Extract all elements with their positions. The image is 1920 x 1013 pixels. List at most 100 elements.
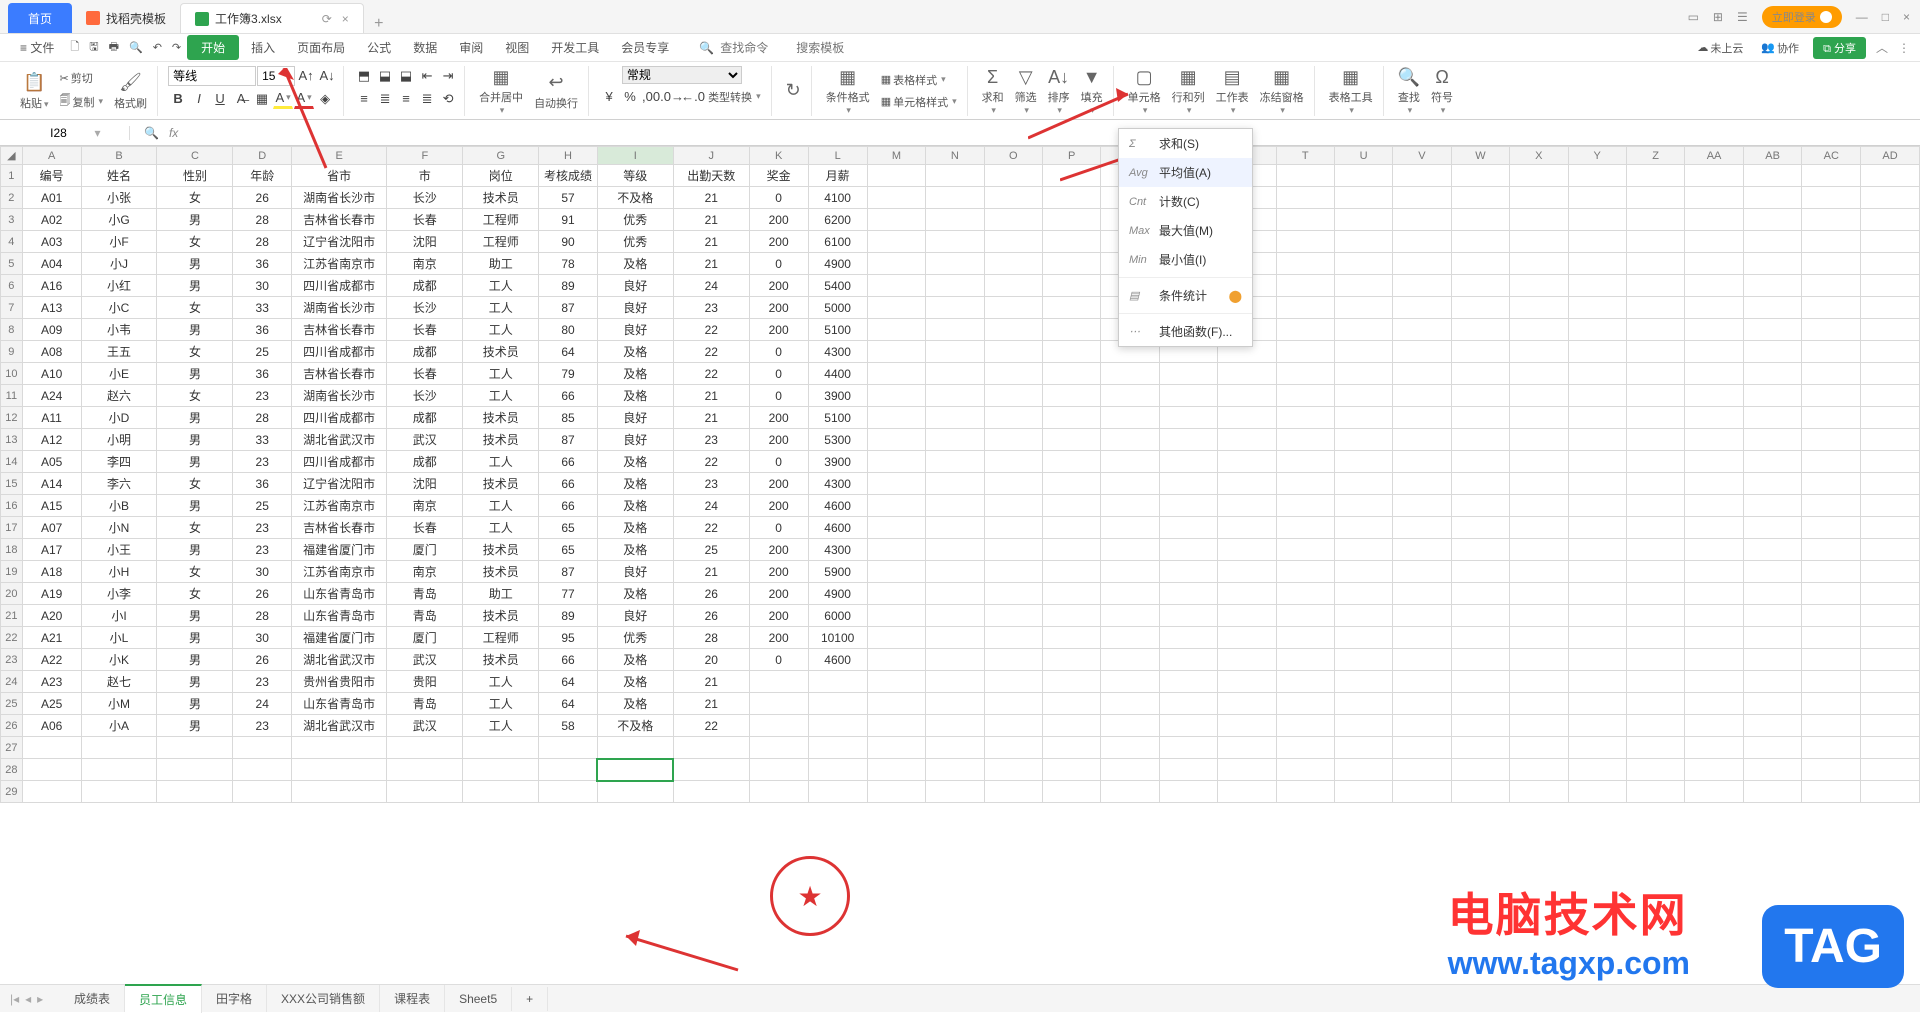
cell[interactable]: 成都 xyxy=(387,341,463,363)
header-cell[interactable]: 性别 xyxy=(157,165,233,187)
cell[interactable] xyxy=(1802,363,1861,385)
cell[interactable] xyxy=(1334,363,1392,385)
row-header-21[interactable]: 21 xyxy=(1,605,23,627)
cell[interactable]: 良好 xyxy=(597,561,673,583)
cell[interactable]: 工人 xyxy=(463,495,539,517)
dd-count[interactable]: Cnt计数(C) xyxy=(1119,187,1252,216)
col-header-F[interactable]: F xyxy=(387,147,463,165)
cell[interactable] xyxy=(1393,671,1451,693)
cell[interactable] xyxy=(1861,605,1920,627)
cell[interactable] xyxy=(1685,165,1744,187)
cell[interactable] xyxy=(1685,539,1744,561)
row-header-23[interactable]: 23 xyxy=(1,649,23,671)
cell[interactable]: 64 xyxy=(539,341,598,363)
cell[interactable] xyxy=(1568,495,1626,517)
cell[interactable]: 10100 xyxy=(808,627,867,649)
strike-button[interactable]: A̶ xyxy=(231,89,251,109)
cell[interactable]: 24 xyxy=(673,275,749,297)
chevron-up-icon[interactable]: ︿ xyxy=(1876,39,1888,56)
cell[interactable] xyxy=(984,231,1042,253)
cell[interactable] xyxy=(984,539,1042,561)
cell[interactable]: 武汉 xyxy=(387,649,463,671)
cell[interactable]: 22 xyxy=(673,517,749,539)
col-header-W[interactable]: W xyxy=(1451,147,1509,165)
cell[interactable] xyxy=(157,781,233,803)
cell[interactable] xyxy=(1626,231,1684,253)
format-painter[interactable]: 🖌格式刷 xyxy=(110,69,151,113)
cell[interactable]: 南京 xyxy=(387,253,463,275)
cell[interactable] xyxy=(1626,759,1684,781)
cell[interactable] xyxy=(984,605,1042,627)
cell[interactable] xyxy=(1042,429,1100,451)
cell[interactable] xyxy=(1510,165,1568,187)
cell[interactable] xyxy=(1042,781,1100,803)
cell[interactable]: 小I xyxy=(81,605,157,627)
cell[interactable] xyxy=(1101,407,1159,429)
cell[interactable]: 36 xyxy=(233,473,292,495)
cell[interactable] xyxy=(1101,583,1159,605)
cell[interactable] xyxy=(1101,363,1159,385)
cell[interactable] xyxy=(1334,539,1392,561)
cell[interactable] xyxy=(1626,583,1684,605)
cell[interactable] xyxy=(808,693,867,715)
cell[interactable] xyxy=(1861,715,1920,737)
cell[interactable] xyxy=(1802,561,1861,583)
cell[interactable]: 23 xyxy=(233,517,292,539)
cell[interactable]: A06 xyxy=(22,715,81,737)
cell[interactable] xyxy=(1802,253,1861,275)
cell[interactable] xyxy=(1218,407,1276,429)
cell[interactable] xyxy=(1802,759,1861,781)
cell[interactable] xyxy=(597,737,673,759)
cell[interactable]: 女 xyxy=(157,517,233,539)
header-cell[interactable]: 考核成绩 xyxy=(539,165,598,187)
align-left-icon[interactable]: ≡ xyxy=(354,89,374,109)
cell[interactable] xyxy=(1685,209,1744,231)
cell[interactable]: 21 xyxy=(673,209,749,231)
cell[interactable] xyxy=(1334,385,1392,407)
cell[interactable] xyxy=(1626,275,1684,297)
cell[interactable] xyxy=(1861,649,1920,671)
cell[interactable]: 66 xyxy=(539,451,598,473)
cell[interactable] xyxy=(1510,781,1568,803)
cell[interactable] xyxy=(1510,759,1568,781)
cell[interactable]: A23 xyxy=(22,671,81,693)
cell[interactable] xyxy=(1510,451,1568,473)
menu-review[interactable]: 审阅 xyxy=(449,35,493,60)
col-header-K[interactable]: K xyxy=(749,147,808,165)
sheet-tab-5[interactable]: Sheet5 xyxy=(445,987,512,1011)
row-header-16[interactable]: 16 xyxy=(1,495,23,517)
cell[interactable] xyxy=(233,737,292,759)
cell[interactable]: 男 xyxy=(157,539,233,561)
menu-vip[interactable]: 会员专享 xyxy=(611,35,679,60)
cell[interactable] xyxy=(1218,473,1276,495)
cell[interactable]: 66 xyxy=(539,385,598,407)
cell[interactable] xyxy=(1743,253,1802,275)
font-size-input[interactable] xyxy=(257,66,295,86)
cell[interactable]: 工人 xyxy=(463,671,539,693)
cell[interactable] xyxy=(539,737,598,759)
cell[interactable]: 0 xyxy=(749,341,808,363)
grid-icon[interactable]: ⊞ xyxy=(1713,10,1723,24)
cell[interactable] xyxy=(1802,297,1861,319)
cell[interactable] xyxy=(1159,407,1217,429)
cell[interactable] xyxy=(1451,407,1509,429)
cell[interactable] xyxy=(1042,319,1100,341)
cell[interactable]: 200 xyxy=(749,583,808,605)
cell[interactable] xyxy=(1042,341,1100,363)
cell[interactable] xyxy=(1685,473,1744,495)
cell[interactable] xyxy=(867,649,925,671)
cell[interactable] xyxy=(1568,539,1626,561)
cell[interactable] xyxy=(1743,649,1802,671)
cell[interactable]: 0 xyxy=(749,253,808,275)
cell[interactable]: 21 xyxy=(673,385,749,407)
cell[interactable] xyxy=(1743,407,1802,429)
cell[interactable] xyxy=(1451,429,1509,451)
cell[interactable]: A07 xyxy=(22,517,81,539)
cell[interactable]: 57 xyxy=(539,187,598,209)
cell[interactable] xyxy=(1218,605,1276,627)
cell[interactable] xyxy=(1101,693,1159,715)
cell[interactable] xyxy=(1334,275,1392,297)
cell[interactable]: 5900 xyxy=(808,561,867,583)
command-search-input[interactable] xyxy=(720,41,790,55)
cell[interactable] xyxy=(1510,693,1568,715)
